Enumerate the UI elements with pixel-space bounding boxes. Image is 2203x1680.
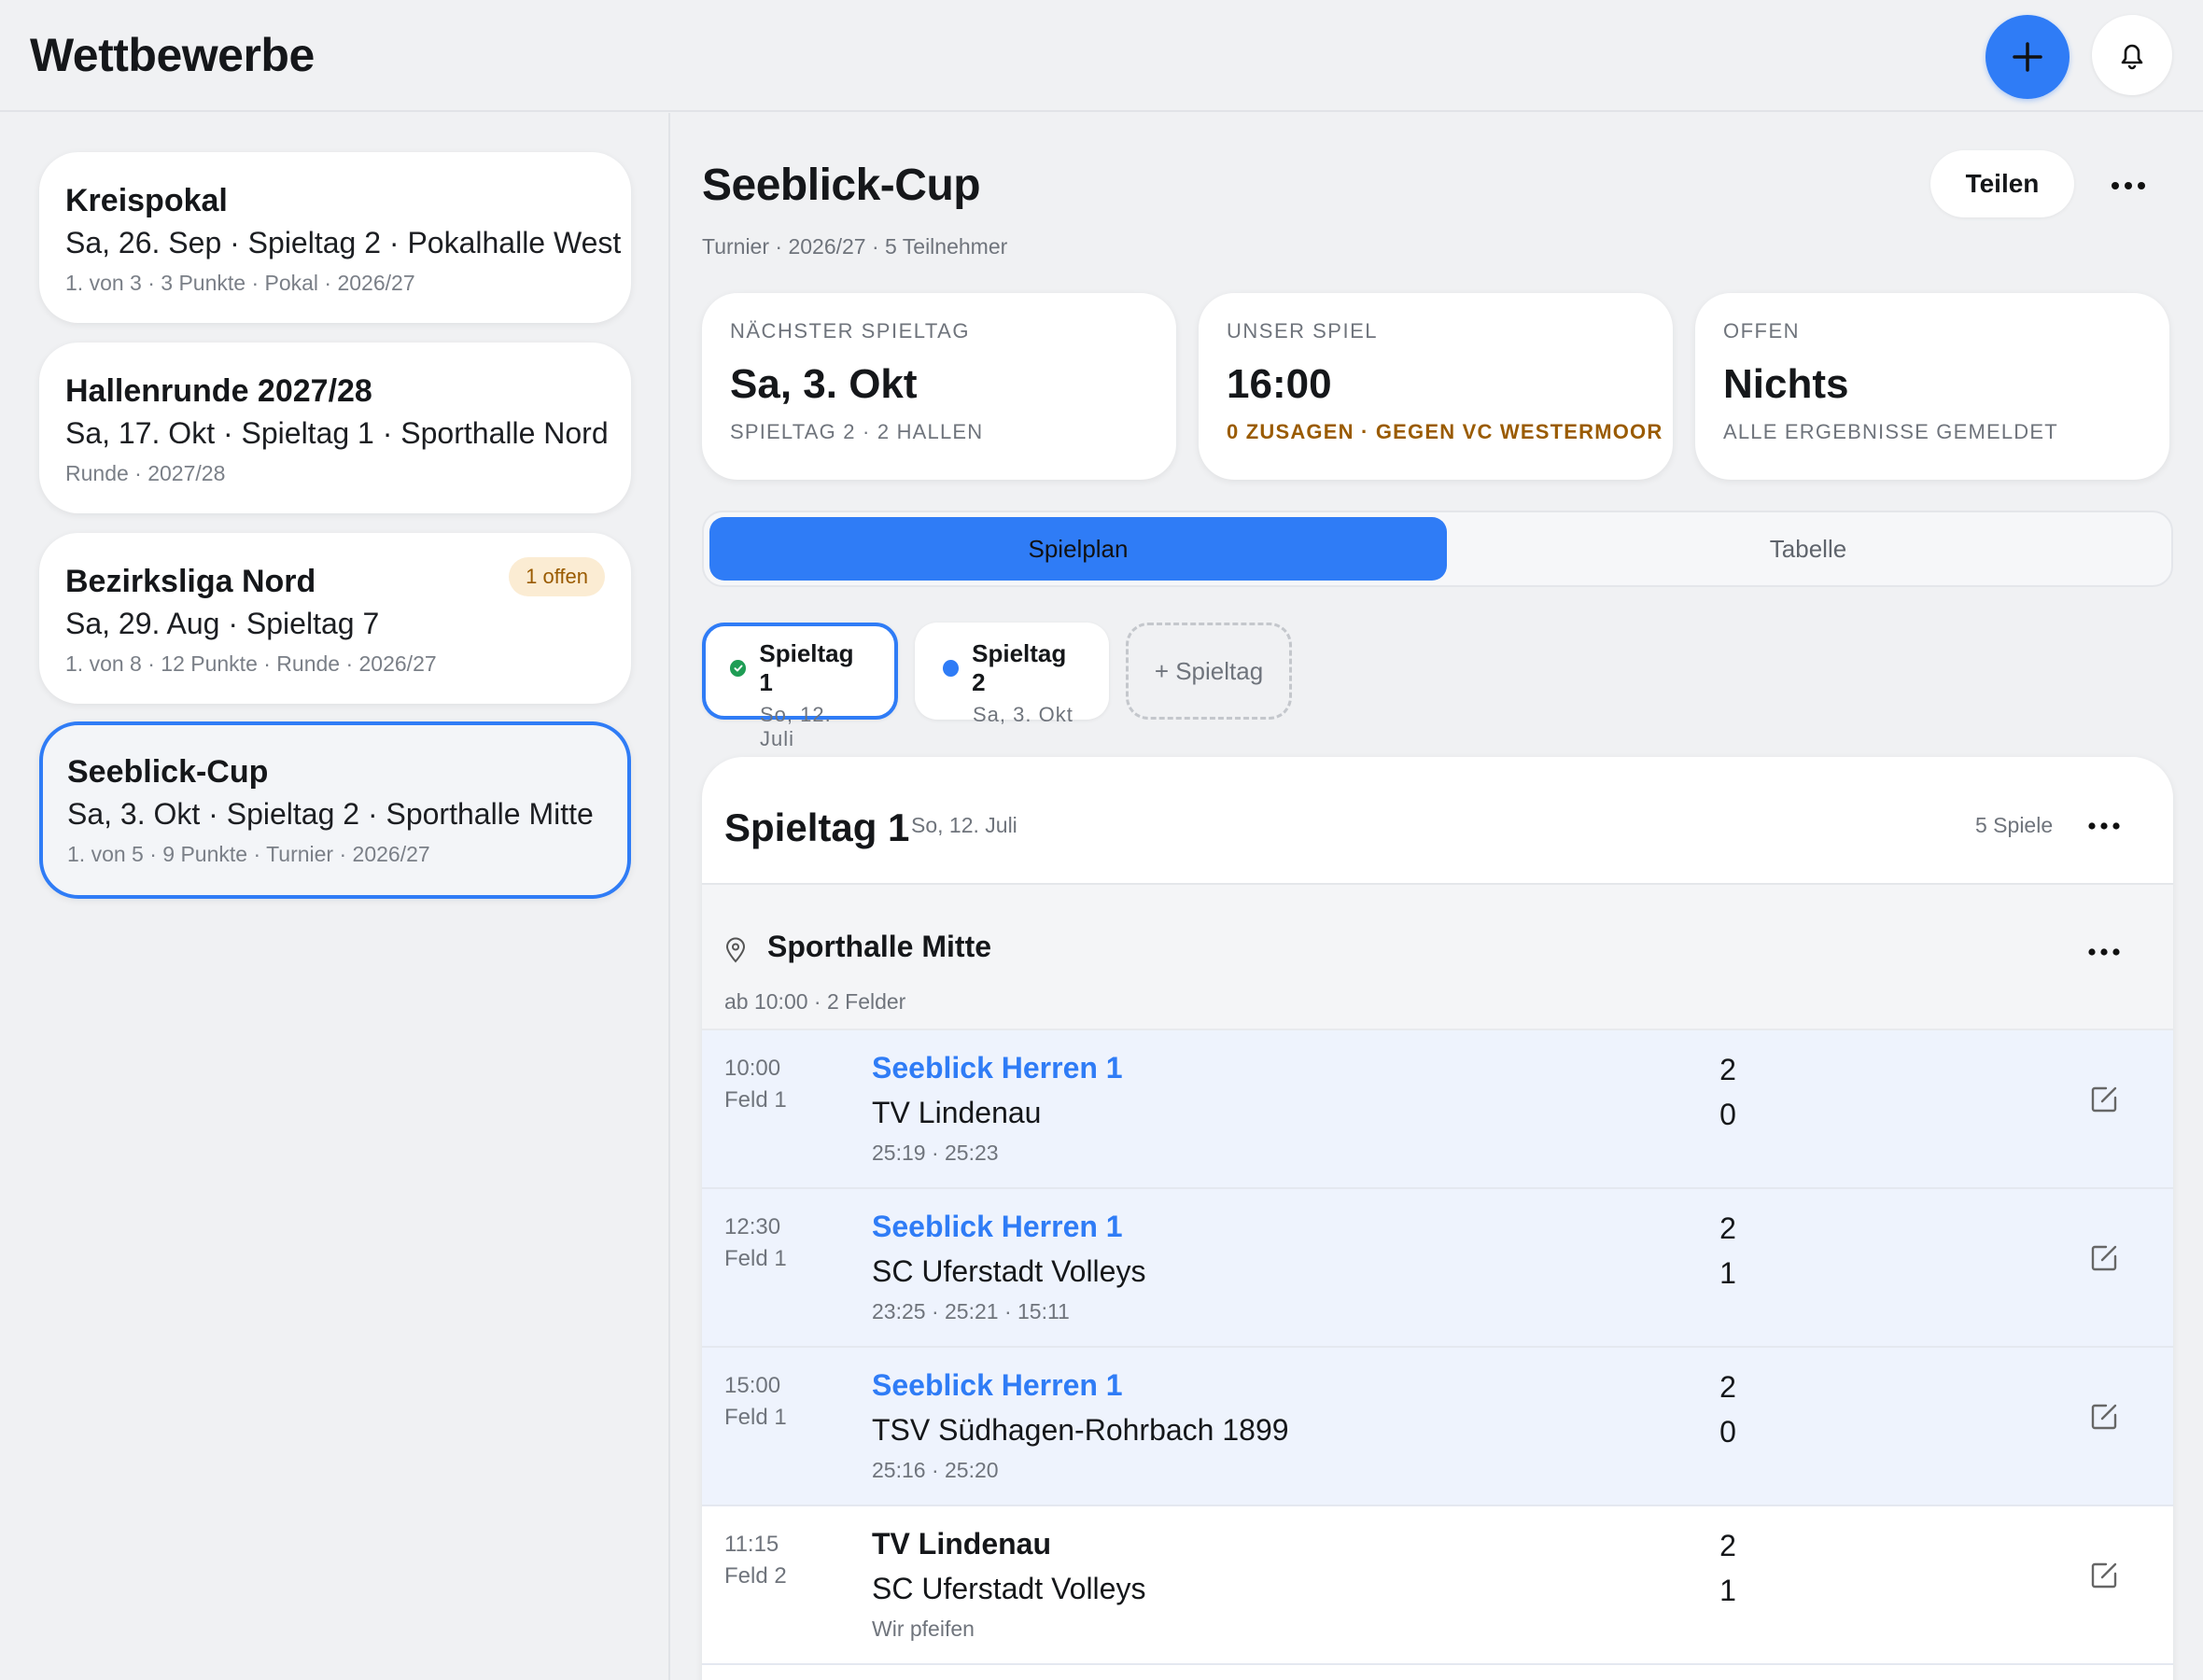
check-icon bbox=[730, 660, 747, 677]
game-count: 5 Spiele bbox=[1975, 813, 2054, 837]
location-pin-icon bbox=[725, 937, 746, 963]
away-team: SC Uferstadt Volleys bbox=[872, 1572, 1146, 1605]
plus-icon bbox=[2013, 42, 2042, 72]
competition-subtitle: Turnier · 2026/27 · 5 Teilnehmer bbox=[702, 234, 1008, 259]
open-badge: 1 offen bbox=[509, 557, 605, 596]
matchday-panel: Spieltag 1 So, 12. Juli 5 Spiele Sportha… bbox=[702, 757, 2173, 1680]
info-value: 16:00 bbox=[1227, 361, 1332, 407]
matchday-date: So, 12. Juli bbox=[760, 703, 832, 750]
venue-more-button[interactable] bbox=[2082, 930, 2126, 974]
match-score: 21 bbox=[1719, 1211, 1736, 1290]
venue-meta: ab 10:00 · 2 Felder bbox=[724, 989, 906, 1014]
competition-meta: 1. von 8 · 12 Punkte · Runde · 2026/27 bbox=[65, 651, 437, 676]
add-matchday-button[interactable]: + Spieltag bbox=[1126, 623, 1292, 720]
match-time-field: 10:00 Feld 1 bbox=[724, 1056, 787, 1113]
notifications-button[interactable] bbox=[2092, 15, 2172, 95]
matchday-title: Spieltag 2 bbox=[972, 639, 1067, 696]
competition-card-selected[interactable]: Seeblick-Cup Sa, 3. Okt · Spieltag 2 · S… bbox=[39, 721, 631, 899]
competition-name: Seeblick-Cup bbox=[67, 754, 269, 790]
edit-result-icon[interactable] bbox=[2087, 1400, 2121, 1434]
match-row[interactable]: 10:00 Feld 1 Seeblick Herren 1 TV Lindena… bbox=[702, 1030, 2173, 1189]
matchday-panel-title: Spieltag 1 bbox=[724, 805, 910, 849]
away-team: SC Uferstadt Volleys bbox=[872, 1254, 1146, 1288]
set-scores: 25:19 · 25:23 bbox=[872, 1141, 999, 1165]
competition-card[interactable]: Hallenrunde 2027/28 Sa, 17. Okt · Spielt… bbox=[39, 343, 631, 513]
match-row[interactable]: 12:30 Feld 1 Seeblick Herren 1 SC Ufersta… bbox=[702, 1189, 2173, 1348]
competition-title: Seeblick-Cup bbox=[702, 161, 981, 210]
set-scores: 23:25 · 25:21 · 15:11 bbox=[872, 1299, 1070, 1323]
add-button[interactable] bbox=[1986, 15, 2070, 99]
edit-result-icon[interactable] bbox=[2087, 1241, 2121, 1275]
home-team: Seeblick Herren 1 bbox=[872, 1051, 1123, 1085]
more-horizontal-icon bbox=[2088, 948, 2120, 956]
venue-name: Sporthalle Mitte bbox=[767, 930, 992, 963]
info-sub: SPIELTAG 2 · 2 HALLEN bbox=[730, 420, 984, 443]
match-time-field: 15:00 Feld 1 bbox=[724, 1373, 787, 1430]
matchday-chip-2[interactable]: Spieltag 2 Sa, 3. Okt bbox=[915, 623, 1109, 726]
next-matchday-card: NÄCHSTER SPIELTAG Sa, 3. Okt SPIELTAG 2 … bbox=[702, 293, 1176, 480]
info-label: OFFEN bbox=[1723, 319, 1801, 343]
away-team: TSV Südhagen-Rohrbach 1899 bbox=[872, 1413, 1289, 1447]
bell-icon bbox=[2121, 44, 2143, 70]
match-score: 20 bbox=[1719, 1370, 1736, 1449]
top-bar: Wettbewerbe bbox=[0, 0, 2203, 112]
matchday-panel-date: So, 12. Juli bbox=[911, 813, 1017, 837]
matchday-chip-1[interactable]: Spieltag 1 So, 12. Juli bbox=[702, 623, 898, 750]
status-dot-icon bbox=[943, 660, 960, 677]
open-items-card: OFFEN Nichts ALLE ERGEBNISSE GEMELDET bbox=[1695, 293, 2169, 480]
more-options-button[interactable] bbox=[2106, 163, 2151, 208]
info-label: NÄCHSTER SPIELTAG bbox=[730, 319, 970, 343]
match-time-field: 12:30 Feld 1 bbox=[724, 1214, 787, 1271]
competition-card[interactable]: Kreispokal Sa, 26. Sep · Spieltag 2 · Po… bbox=[39, 152, 631, 323]
info-value: Sa, 3. Okt bbox=[730, 361, 918, 407]
match-row[interactable]: 15:00 Feld 1 Seeblick Herren 1 TSV Südhag… bbox=[702, 1348, 2173, 1506]
match-time-field: 11:15 Feld 2 bbox=[724, 1532, 787, 1589]
tab-spielplan[interactable]: Spielplan bbox=[709, 517, 1447, 581]
competition-meta: 1. von 5 · 9 Punkte · Turnier · 2026/27 bbox=[67, 842, 430, 866]
info-value: Nichts bbox=[1723, 361, 1849, 407]
matchday-header: Spieltag 1 So, 12. Juli 5 Spiele bbox=[702, 757, 2173, 885]
match-score: 20 bbox=[1719, 1053, 1736, 1131]
competition-next: Sa, 26. Sep · Spieltag 2 · Pokalhalle We… bbox=[65, 226, 622, 259]
our-game-card: UNSER SPIEL 16:00 0 ZUSAGEN · GEGEN VC W… bbox=[1199, 293, 1673, 480]
tab-tabelle[interactable]: Tabelle bbox=[1447, 517, 2169, 581]
referee-note: Wir pfeifen bbox=[872, 1617, 975, 1641]
edit-result-icon[interactable] bbox=[2087, 1559, 2121, 1592]
matchday-more-button[interactable] bbox=[2082, 804, 2126, 848]
competition-meta: 1. von 3 · 3 Punkte · Pokal · 2026/27 bbox=[65, 271, 415, 295]
competition-next: Sa, 3. Okt · Spieltag 2 · Sporthalle Mit… bbox=[67, 797, 594, 831]
info-sub: ALLE ERGEBNISSE GEMELDET bbox=[1723, 420, 2058, 443]
matchday-title: Spieltag 1 bbox=[759, 639, 854, 696]
page-title: Wettbewerbe bbox=[30, 29, 315, 81]
info-label: UNSER SPIEL bbox=[1227, 319, 1378, 343]
home-team: Seeblick Herren 1 bbox=[872, 1210, 1123, 1243]
home-team: TV Lindenau bbox=[872, 1527, 1051, 1561]
more-horizontal-icon bbox=[2112, 182, 2145, 189]
competition-card[interactable]: Bezirksliga Nord 1 offen Sa, 29. Aug · S… bbox=[39, 533, 631, 704]
share-button[interactable]: Teilen bbox=[1930, 150, 2074, 217]
venue-section: Sporthalle Mitte ab 10:00 · 2 Felder bbox=[702, 885, 2173, 1030]
competition-sidebar: Kreispokal Sa, 26. Sep · Spieltag 2 · Po… bbox=[0, 113, 670, 1680]
set-scores: 25:16 · 25:20 bbox=[872, 1458, 999, 1482]
match-score: 21 bbox=[1719, 1529, 1736, 1607]
competition-meta: Runde · 2027/28 bbox=[65, 461, 226, 485]
matchday-date: Sa, 3. Okt bbox=[973, 703, 1073, 726]
away-team: TV Lindenau bbox=[872, 1096, 1042, 1129]
match-row[interactable]: 11:15 Feld 2 TV Lindenau SC Uferstadt Vol… bbox=[702, 1506, 2173, 1665]
competition-next: Sa, 17. Okt · Spieltag 1 · Sporthalle No… bbox=[65, 416, 609, 450]
view-tabs: Spielplan Tabelle bbox=[702, 511, 2173, 587]
info-sub: 0 ZUSAGEN · GEGEN VC WESTERMOOR bbox=[1227, 420, 1663, 443]
competition-name: Kreispokal bbox=[65, 183, 228, 218]
competition-name: Hallenrunde 2027/28 bbox=[65, 373, 372, 409]
competition-next: Sa, 29. Aug · Spieltag 7 bbox=[65, 607, 380, 640]
more-horizontal-icon bbox=[2088, 822, 2120, 830]
competition-detail: Seeblick-Cup Turnier · 2026/27 · 5 Teiln… bbox=[672, 113, 2203, 1680]
home-team: Seeblick Herren 1 bbox=[872, 1368, 1123, 1402]
edit-result-icon[interactable] bbox=[2087, 1083, 2121, 1116]
